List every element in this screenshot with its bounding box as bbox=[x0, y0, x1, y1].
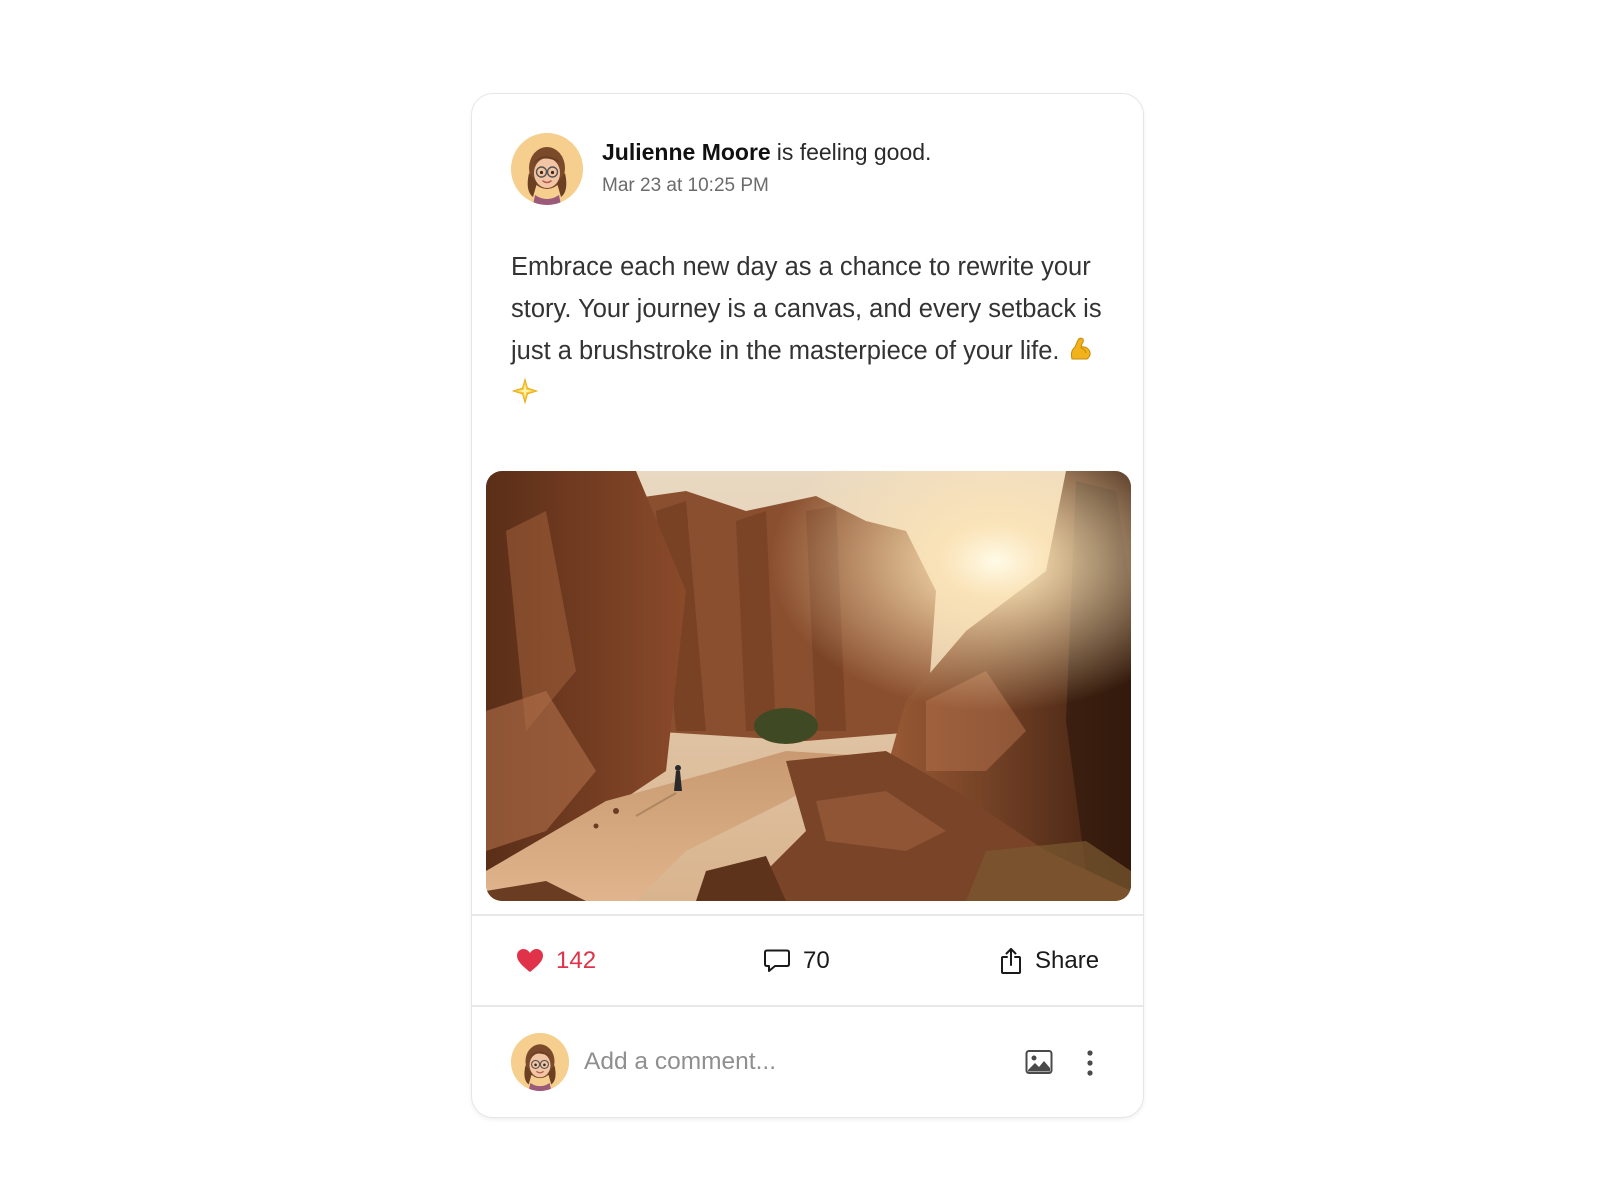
comment-input[interactable] bbox=[584, 1043, 984, 1081]
like-button[interactable]: 142 bbox=[516, 916, 596, 1005]
feeling-text: is feeling good. bbox=[776, 139, 932, 165]
post-actions: 142 70 Share bbox=[472, 916, 1143, 1005]
canyon-photo bbox=[486, 471, 1131, 901]
sparkle-star-icon bbox=[511, 377, 539, 405]
comment-bar bbox=[472, 1007, 1143, 1117]
flexed-biceps-icon bbox=[1070, 337, 1091, 360]
vertical-ellipsis-icon bbox=[1087, 1050, 1093, 1076]
more-options-button[interactable] bbox=[1084, 1048, 1096, 1078]
heart-icon bbox=[517, 948, 543, 972]
speech-bubble-icon bbox=[764, 949, 790, 972]
share-icon bbox=[1001, 947, 1021, 974]
share-button[interactable]: Share bbox=[999, 916, 1099, 1005]
memoji-avatar-icon bbox=[511, 133, 583, 205]
share-label: Share bbox=[1035, 946, 1100, 974]
image-icon bbox=[1025, 1050, 1053, 1074]
post-header: Julienne Moore is feeling good. Mar 23 at… bbox=[511, 133, 1113, 205]
post-body-text: Embrace each new day as a chance to rewr… bbox=[511, 253, 1102, 365]
attach-image-button[interactable] bbox=[1025, 1049, 1053, 1075]
current-user-avatar bbox=[511, 1033, 569, 1091]
author-avatar[interactable] bbox=[511, 133, 583, 205]
post-image[interactable] bbox=[486, 471, 1131, 901]
author-name[interactable]: Julienne Moore bbox=[602, 139, 771, 165]
comment-button[interactable]: 70 bbox=[763, 916, 830, 1005]
post-timestamp[interactable]: Mar 23 at 10:25 PM bbox=[602, 174, 931, 198]
like-count: 142 bbox=[556, 946, 597, 974]
memoji-avatar-icon bbox=[511, 1033, 569, 1091]
headline: Julienne Moore is feeling good. bbox=[602, 137, 931, 167]
post-text: Embrace each new day as a chance to rewr… bbox=[511, 246, 1111, 414]
header-text: Julienne Moore is feeling good. Mar 23 at… bbox=[602, 137, 931, 198]
post-card: Julienne Moore is feeling good. Mar 23 at… bbox=[471, 93, 1144, 1118]
comment-count: 70 bbox=[803, 946, 830, 974]
